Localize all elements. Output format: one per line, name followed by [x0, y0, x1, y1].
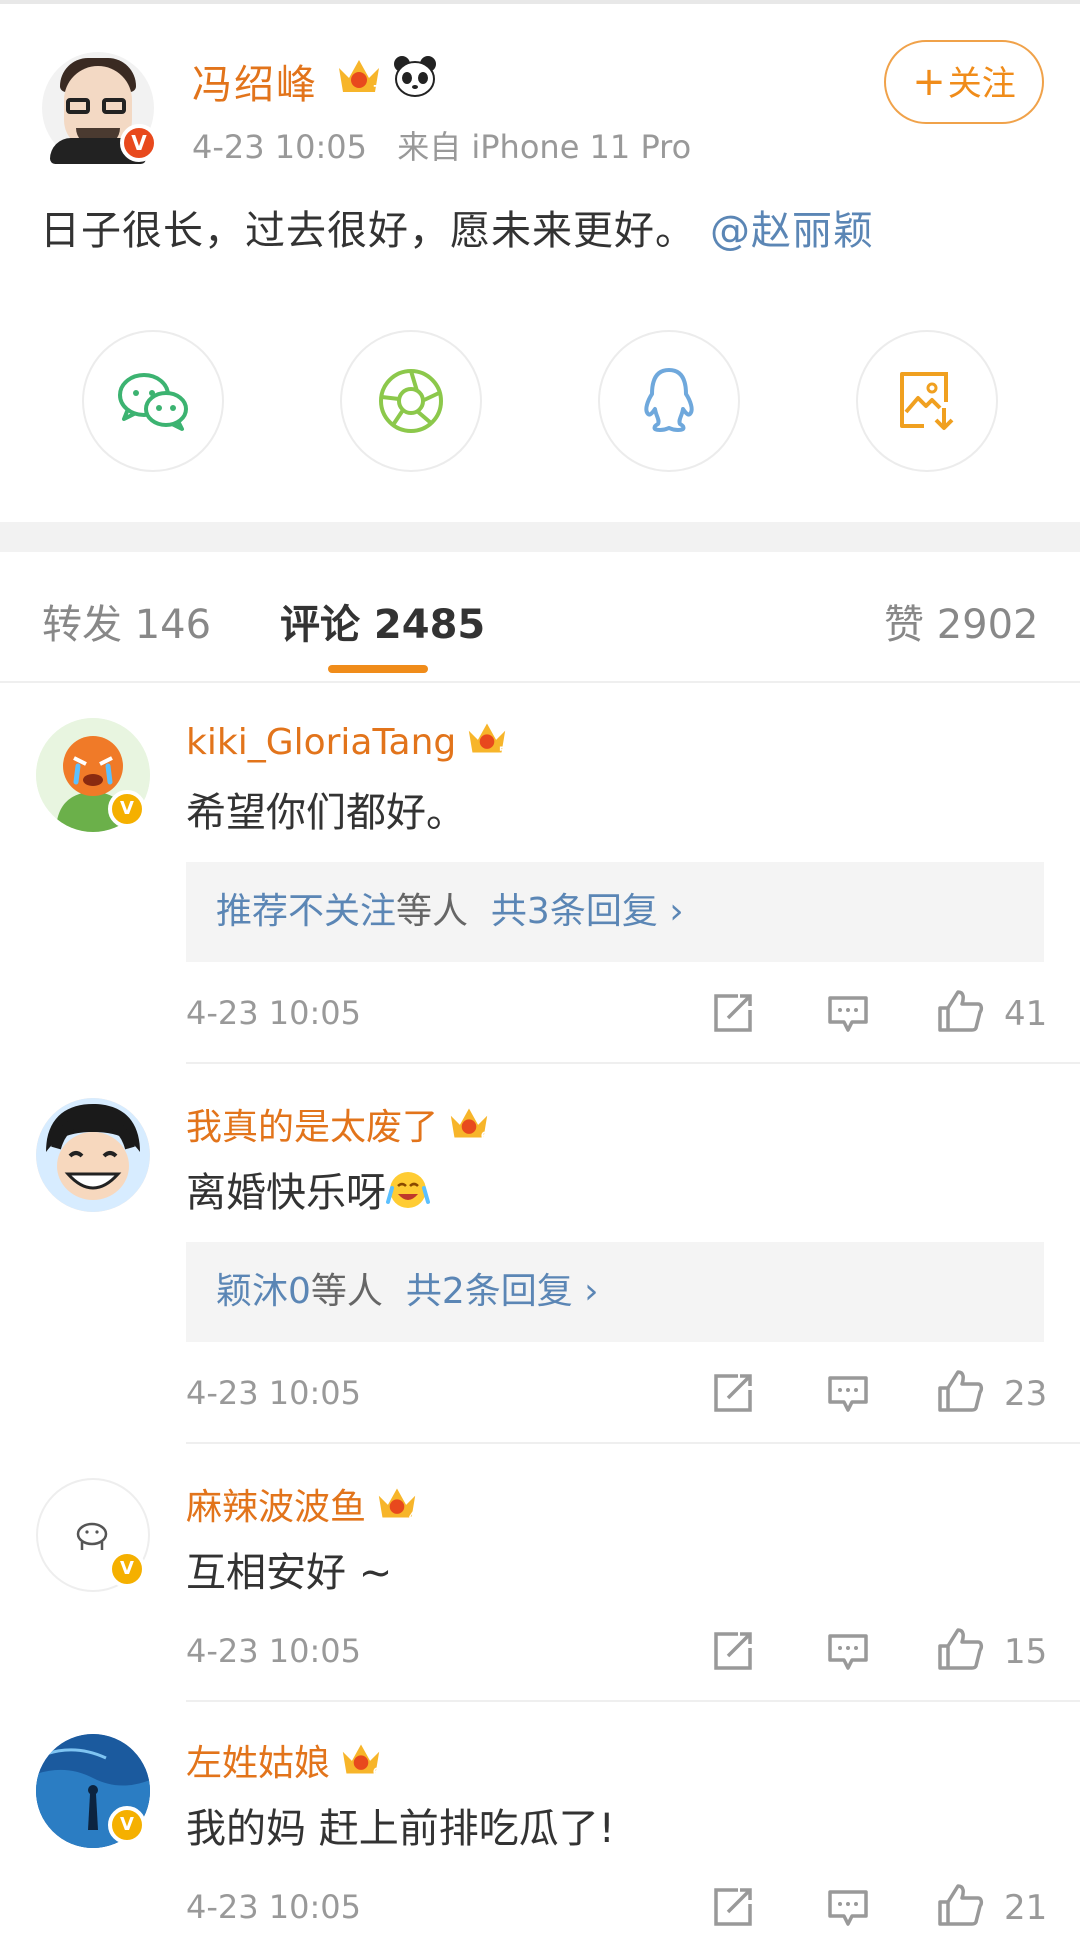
reply-preview[interactable]: 颖沐0等人 共2条回复 ›: [186, 1242, 1044, 1342]
post-meta: 4-23 10:05 来自 iPhone 11 Pro: [192, 122, 711, 168]
comment-time: 4-23 10:05: [186, 1632, 362, 1670]
like-icon[interactable]: [936, 1626, 984, 1672]
verified-badge-icon: V: [120, 124, 158, 162]
svg-text:4: 4: [409, 1509, 417, 1522]
verified-badge-icon: V: [108, 1806, 146, 1844]
like-count: 41: [1004, 994, 1048, 1034]
member-crown-icon: 4: [378, 1488, 417, 1522]
svg-text:6: 6: [481, 1129, 489, 1142]
comment-text: 我的妈 赶上前排吃瓜了!: [186, 1806, 615, 1852]
verified-badge-icon: V: [108, 790, 146, 828]
comment-item: V 麻辣波波鱼 4 互相安好 ~ 4-23 10:05 15: [0, 1478, 1080, 1702]
tabs-divider: [0, 681, 1080, 683]
comment-item: V 左姓姑娘 6 我的妈 赶上前排吃瓜了! 4-23 10:05 21: [0, 1734, 1080, 1942]
comment-divider: [186, 1700, 1080, 1702]
member-crown-icon: 5: [469, 723, 507, 757]
comment-avatar[interactable]: [36, 1098, 150, 1212]
reply-preview[interactable]: 推荐不关注等人 共3条回复 ›: [186, 862, 1044, 962]
tab-likes[interactable]: 赞 2902: [884, 592, 1039, 650]
moments-icon: [379, 369, 443, 433]
save-image-icon: [900, 372, 954, 430]
like-count: 15: [1004, 1632, 1048, 1672]
svg-text:5: 5: [499, 744, 507, 757]
plus-icon: +: [912, 59, 946, 105]
comment-divider: [186, 1062, 1080, 1064]
like-count: 23: [1004, 1374, 1048, 1414]
comment-time: 4-23 10:05: [186, 1888, 362, 1926]
reply-count-link[interactable]: 共3条回复 ›: [491, 891, 684, 932]
member-crown-icon: 7: [339, 60, 381, 97]
mention-link[interactable]: @赵丽颖: [710, 208, 874, 254]
verified-badge-icon: V: [108, 1550, 146, 1588]
comment-text: 希望你们都好。: [186, 790, 466, 836]
reply-users[interactable]: 颖沐0: [216, 1271, 311, 1312]
author-avatar[interactable]: V: [42, 52, 158, 164]
repost-icon[interactable]: [712, 1630, 754, 1672]
repost-icon[interactable]: [712, 1372, 754, 1414]
wechat-icon: [118, 373, 188, 431]
share-moments-button[interactable]: [340, 330, 482, 472]
laughing-crying-emoji-icon: [386, 1172, 430, 1208]
comment-icon[interactable]: [826, 1632, 870, 1672]
member-crown-icon: 6: [450, 1108, 489, 1142]
commenter-name[interactable]: 麻辣波波鱼: [186, 1487, 366, 1528]
post-source: 来自 iPhone 11 Pro: [397, 128, 692, 166]
comment-divider: [186, 1442, 1080, 1444]
commenter-name[interactable]: 左姓姑娘: [186, 1743, 330, 1784]
comment-time: 4-23 10:05: [186, 994, 362, 1032]
like-count: 21: [1004, 1888, 1048, 1928]
top-divider: [0, 0, 1080, 4]
comment-icon[interactable]: [826, 994, 870, 1034]
repost-icon[interactable]: [712, 992, 754, 1034]
follow-button[interactable]: +关注: [884, 40, 1044, 124]
reply-users[interactable]: 推荐不关注: [216, 891, 396, 932]
active-tab-indicator: [328, 665, 428, 673]
tab-comments[interactable]: 评论 2485: [280, 592, 485, 650]
tab-repost[interactable]: 转发 146: [42, 592, 211, 650]
comment-item: 我真的是太废了 6 离婚快乐呀 颖沐0等人 共2条回复 › 4-23 10:05 …: [0, 1098, 1080, 1444]
share-qq-button[interactable]: [598, 330, 740, 472]
comment-icon[interactable]: [826, 1374, 870, 1414]
comment-text: 离婚快乐呀: [186, 1170, 386, 1216]
post-body: 日子很长，过去很好，愿未来更好。 @赵丽颖: [40, 208, 874, 254]
comment-time: 4-23 10:05: [186, 1374, 362, 1412]
like-icon[interactable]: [936, 988, 984, 1034]
section-divider: [0, 522, 1080, 552]
comment-icon[interactable]: [826, 1888, 870, 1928]
comment-item: V kiki_GloriaTang 5 希望你们都好。 推荐不关注等人 共3条回复…: [0, 718, 1080, 1064]
svg-text:7: 7: [373, 83, 381, 97]
qq-icon: [644, 368, 694, 432]
member-crown-icon: 6: [342, 1744, 381, 1778]
reply-count-link[interactable]: 共2条回复 ›: [406, 1271, 599, 1312]
like-icon[interactable]: [936, 1882, 984, 1928]
author-name[interactable]: 冯绍峰: [192, 52, 318, 110]
panda-icon: [394, 56, 436, 97]
save-image-button[interactable]: [856, 330, 998, 472]
comment-text: 互相安好 ~: [186, 1550, 393, 1596]
commenter-name[interactable]: 我真的是太废了: [186, 1107, 438, 1148]
svg-text:6: 6: [373, 1765, 381, 1778]
share-wechat-button[interactable]: [82, 330, 224, 472]
commenter-name[interactable]: kiki_GloriaTang: [186, 722, 456, 763]
repost-icon[interactable]: [712, 1886, 754, 1928]
post-time: 4-23 10:05: [192, 128, 368, 166]
like-icon[interactable]: [936, 1368, 984, 1414]
